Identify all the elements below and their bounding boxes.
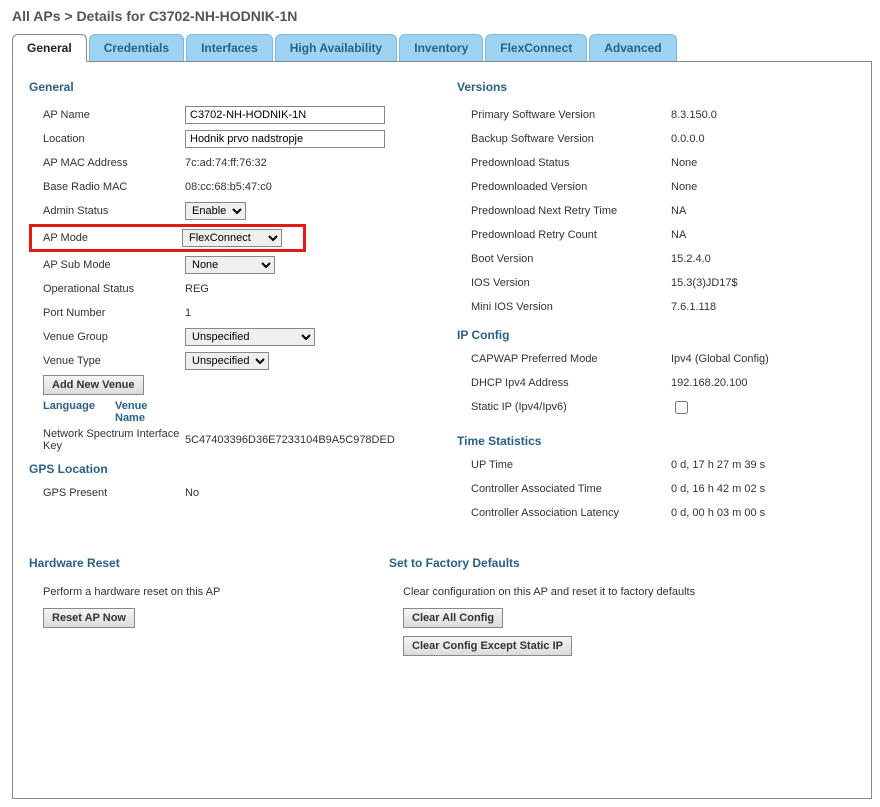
predl-ver-label: Predownloaded Version	[471, 181, 671, 193]
gps-present-label: GPS Present	[43, 487, 185, 499]
venue-language-header: Language	[43, 400, 115, 424]
ios-ver-value: 15.3(3)JD17$	[671, 277, 738, 289]
tab-credentials[interactable]: Credentials	[89, 34, 184, 62]
uptime-label: UP Time	[471, 459, 671, 471]
venue-type-select[interactable]: Unspecified	[185, 352, 269, 370]
gps-present-value: No	[185, 487, 199, 499]
ap-name-input[interactable]	[185, 106, 385, 124]
ap-name-label: AP Name	[43, 109, 185, 121]
tab-flexconnect[interactable]: FlexConnect	[485, 34, 587, 62]
capwap-label: CAPWAP Preferred Mode	[471, 353, 671, 365]
factory-defaults-title: Set to Factory Defaults	[389, 556, 749, 570]
ap-mode-highlight: AP Mode FlexConnect	[29, 224, 306, 252]
assoc-time-value: 0 d, 16 h 42 m 02 s	[671, 483, 765, 495]
hardware-reset-desc: Perform a hardware reset on this AP	[29, 580, 349, 608]
content-panel: General AP Name Location AP MAC Address …	[12, 61, 872, 799]
ip-config-title: IP Config	[457, 328, 855, 342]
venue-group-select[interactable]: Unspecified	[185, 328, 315, 346]
ap-sub-mode-label: AP Sub Mode	[43, 259, 185, 271]
ios-ver-label: IOS Version	[471, 277, 671, 289]
tab-interfaces[interactable]: Interfaces	[186, 34, 273, 62]
predl-retry-count-label: Predownload Retry Count	[471, 229, 671, 241]
predl-retry-count-value: NA	[671, 229, 686, 241]
right-column: Versions Primary Software Version8.3.150…	[457, 80, 855, 526]
nsik-label: Network Spectrum Interface Key	[43, 428, 185, 452]
hardware-reset-section: Hardware Reset Perform a hardware reset …	[29, 556, 349, 664]
time-stats-title: Time Statistics	[457, 434, 855, 448]
assoc-latency-label: Controller Association Latency	[471, 507, 671, 519]
tabs: General Credentials Interfaces High Avai…	[0, 34, 880, 62]
op-status-value: REG	[185, 283, 209, 295]
section-general-title: General	[29, 80, 427, 94]
primary-sw-label: Primary Software Version	[471, 109, 671, 121]
backup-sw-label: Backup Software Version	[471, 133, 671, 145]
reset-ap-now-button[interactable]: Reset AP Now	[43, 608, 135, 628]
location-input[interactable]	[185, 130, 385, 148]
ap-sub-mode-select[interactable]: None	[185, 256, 275, 274]
dhcp-label: DHCP Ipv4 Address	[471, 377, 671, 389]
capwap-value: Ipv4 (Global Config)	[671, 353, 769, 365]
location-label: Location	[43, 133, 185, 145]
predl-retry-time-label: Predownload Next Retry Time	[471, 205, 671, 217]
op-status-label: Operational Status	[43, 283, 185, 295]
port-value: 1	[185, 307, 191, 319]
breadcrumb: All APs > Details for C3702-NH-HODNIK-1N	[0, 0, 880, 34]
clear-config-except-static-ip-button[interactable]: Clear Config Except Static IP	[403, 636, 572, 656]
backup-sw-value: 0.0.0.0	[671, 133, 705, 145]
assoc-time-label: Controller Associated Time	[471, 483, 671, 495]
add-new-venue-button[interactable]: Add New Venue	[43, 375, 144, 395]
assoc-latency-value: 0 d, 00 h 03 m 00 s	[671, 507, 765, 519]
mini-ios-value: 7.6.1.118	[671, 301, 716, 313]
dhcp-value: 192.168.20.100	[671, 377, 747, 389]
factory-defaults-section: Set to Factory Defaults Clear configurat…	[389, 556, 749, 664]
venue-type-label: Venue Type	[43, 355, 185, 367]
base-radio-value: 08:cc:68:b5:47:c0	[185, 181, 272, 193]
factory-defaults-desc: Clear configuration on this AP and reset…	[389, 580, 749, 608]
boot-ver-label: Boot Version	[471, 253, 671, 265]
ap-mac-label: AP MAC Address	[43, 157, 185, 169]
primary-sw-value: 8.3.150.0	[671, 109, 717, 121]
tab-advanced[interactable]: Advanced	[589, 34, 676, 62]
uptime-value: 0 d, 17 h 27 m 39 s	[671, 459, 765, 471]
predl-status-value: None	[671, 157, 697, 169]
mini-ios-label: Mini IOS Version	[471, 301, 671, 313]
static-ip-label: Static IP (Ipv4/Ipv6)	[471, 401, 671, 413]
clear-all-config-button[interactable]: Clear All Config	[403, 608, 503, 628]
tab-inventory[interactable]: Inventory	[399, 34, 483, 62]
predl-status-label: Predownload Status	[471, 157, 671, 169]
tab-high-availability[interactable]: High Availability	[275, 34, 397, 62]
predl-ver-value: None	[671, 181, 697, 193]
venue-group-label: Venue Group	[43, 331, 185, 343]
ap-mac-value: 7c:ad:74:ff:76:32	[185, 157, 267, 169]
tab-general[interactable]: General	[12, 34, 87, 62]
base-radio-label: Base Radio MAC	[43, 181, 185, 193]
nsik-value: 5C47403396D36E7233104B9A5C978DED	[185, 434, 395, 446]
predl-retry-time-value: NA	[671, 205, 686, 217]
static-ip-checkbox[interactable]	[675, 401, 688, 414]
boot-ver-value: 15.2.4.0	[671, 253, 711, 265]
hardware-reset-title: Hardware Reset	[29, 556, 349, 570]
port-label: Port Number	[43, 307, 185, 319]
admin-status-label: Admin Status	[43, 205, 185, 217]
admin-status-select[interactable]: Enable	[185, 202, 246, 220]
versions-title: Versions	[457, 80, 855, 94]
ap-mode-select[interactable]: FlexConnect	[182, 229, 282, 247]
venue-name-header: Venue Name	[115, 400, 147, 424]
gps-section-title: GPS Location	[29, 462, 427, 476]
ap-mode-label: AP Mode	[43, 232, 182, 244]
left-column: General AP Name Location AP MAC Address …	[29, 80, 427, 526]
